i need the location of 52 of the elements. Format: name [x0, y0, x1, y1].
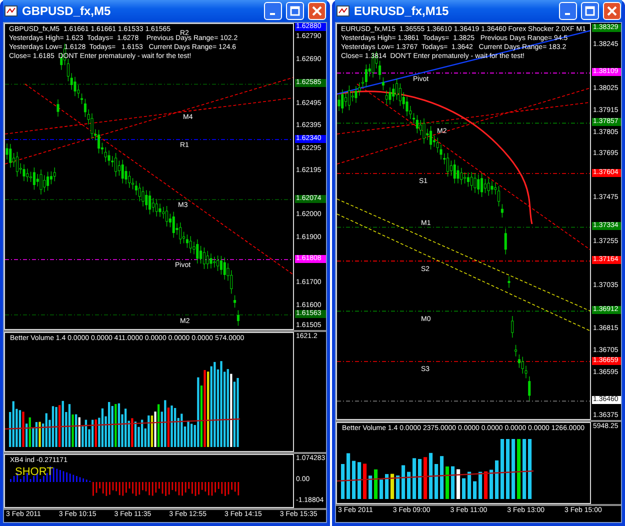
chart-window-icon [336, 4, 350, 18]
volume-bar [506, 439, 510, 499]
volume-bar [396, 476, 400, 499]
close-icon [312, 6, 322, 16]
volume-bar [352, 460, 356, 499]
chart-window-icon [4, 4, 18, 18]
volume-bar [522, 439, 526, 499]
volume-bar [468, 472, 472, 499]
window-title: GBPUSD_fx,M5 [22, 4, 112, 18]
volume-bar [512, 439, 516, 499]
volume-bar [478, 472, 482, 499]
volume-bar [429, 452, 433, 499]
volume-bar [385, 474, 389, 499]
volume-bar [424, 457, 428, 499]
candlestick [504, 228, 507, 255]
volume-bar [402, 465, 406, 499]
close-button[interactable] [308, 2, 326, 20]
volume-bar [368, 476, 372, 499]
volume-bar [412, 458, 416, 499]
candlestick [508, 276, 510, 288]
maximize-icon [585, 6, 595, 16]
volume-bar [446, 466, 450, 499]
window-title: EURUSD_fx,M15 [354, 4, 450, 18]
volume-bar [390, 474, 394, 499]
volume-bar [495, 460, 499, 499]
volume-bar [434, 464, 438, 499]
volume-bar [500, 439, 504, 499]
volume-bar [440, 456, 444, 499]
close-icon [607, 6, 617, 16]
volume-bar [358, 462, 362, 499]
volume-bar [418, 458, 422, 499]
maximize-icon [290, 6, 300, 16]
volume-bar [407, 472, 411, 499]
volume-bar [374, 469, 378, 499]
volume-bar [484, 471, 488, 499]
volume-bar [473, 481, 477, 499]
volume-bar [456, 469, 460, 499]
candlestick [511, 316, 514, 338]
maximize-button[interactable] [286, 2, 304, 20]
volume-bar [451, 466, 455, 499]
volume-bar [517, 439, 521, 499]
close-button[interactable] [603, 2, 621, 20]
minimize-button[interactable] [559, 2, 577, 20]
volume-bar [528, 439, 532, 499]
volume-bar [341, 464, 345, 499]
volume-bar [490, 470, 494, 499]
volume-bar [380, 480, 384, 499]
volume-bar [462, 478, 466, 499]
volume-bar [346, 453, 350, 499]
minimize-button[interactable] [264, 2, 282, 20]
volume-bar [363, 464, 367, 499]
maximize-button[interactable] [581, 2, 599, 20]
